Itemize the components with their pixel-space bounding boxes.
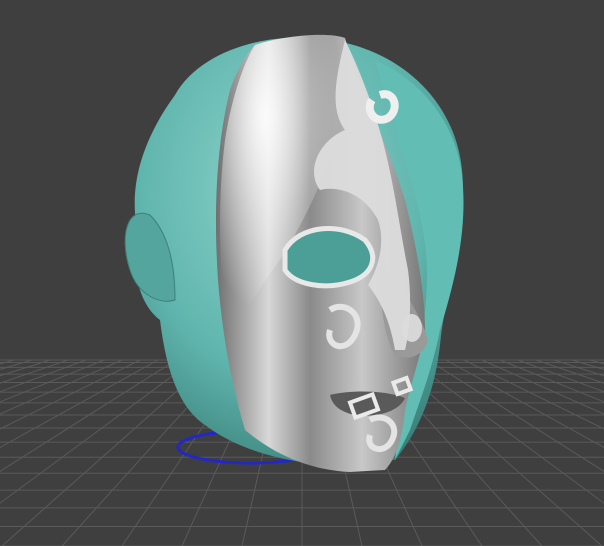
grid-line-depth xyxy=(445,359,604,449)
eye-socket xyxy=(282,226,376,289)
grid-line-depth xyxy=(0,359,159,449)
viewport-canvas[interactable] xyxy=(0,0,604,546)
grid-line-depth xyxy=(0,359,141,430)
grid-line-depth xyxy=(0,359,33,370)
grid-line-depth xyxy=(0,359,15,365)
grid-line-depth xyxy=(0,359,177,472)
grid-line-depth xyxy=(0,359,123,415)
grid-line-depth xyxy=(0,359,87,393)
grid-line-depth xyxy=(463,359,604,430)
grid-line-depth xyxy=(481,359,604,415)
grid-line-depth xyxy=(0,359,105,403)
grid-line-depth xyxy=(589,359,604,365)
grid-line-depth xyxy=(517,359,604,393)
grid-line-depth xyxy=(499,359,604,403)
grid-line-depth xyxy=(553,359,604,377)
3d-viewport[interactable] xyxy=(0,0,604,546)
grid-line-depth xyxy=(427,359,604,472)
head-model[interactable] xyxy=(124,34,464,472)
grid-line-depth xyxy=(0,359,51,377)
grid-line-depth xyxy=(571,359,604,370)
